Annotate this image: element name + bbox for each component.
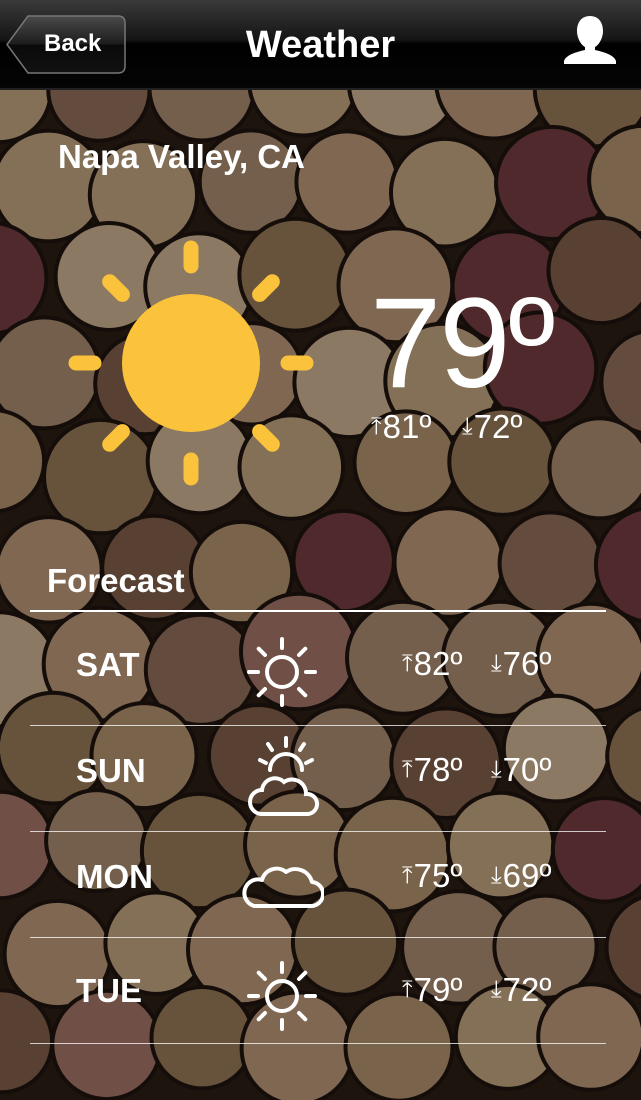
current-high: ⤒81º bbox=[371, 408, 431, 446]
forecast-divider bbox=[30, 610, 606, 612]
forecast-low: ⤓72º bbox=[491, 971, 551, 1009]
location-label: Napa Valley, CA bbox=[58, 138, 306, 175]
forecast-high: ⤒82º bbox=[402, 645, 462, 683]
user-silhouette-icon[interactable] bbox=[562, 14, 618, 66]
page-title: Weather bbox=[245, 24, 396, 66]
high-arrow-icon: ⤒ bbox=[371, 413, 382, 440]
high-arrow-icon: ⤒ bbox=[402, 650, 413, 677]
forecast-low: ⤓76º bbox=[491, 645, 551, 683]
forecast-row-sat[interactable]: SAT ⤒82º ⤓76º bbox=[0, 620, 641, 726]
current-high-value: 81º bbox=[382, 408, 432, 445]
forecast-low-value: 70º bbox=[502, 751, 552, 788]
forecast-low: ⤓70º bbox=[491, 751, 551, 789]
forecast-high: ⤒78º bbox=[402, 751, 462, 789]
sun-icon bbox=[60, 232, 322, 499]
forecast-low-value: 76º bbox=[502, 645, 552, 682]
sun-icon bbox=[240, 954, 324, 1043]
sun-icon bbox=[240, 630, 324, 719]
forecast-row-mon[interactable]: MON ⤒75º ⤓69º bbox=[0, 832, 641, 938]
forecast-high-value: 75º bbox=[413, 857, 463, 894]
forecast-heading: Forecast bbox=[47, 562, 185, 599]
forecast-high-value: 78º bbox=[413, 751, 463, 788]
forecast-low: ⤓69º bbox=[491, 857, 551, 895]
low-arrow-icon: ⤓ bbox=[491, 862, 502, 889]
current-low: ⤓72º bbox=[462, 408, 522, 446]
forecast-day: SAT bbox=[76, 646, 140, 683]
low-arrow-icon: ⤓ bbox=[462, 413, 473, 440]
low-arrow-icon: ⤓ bbox=[491, 756, 502, 783]
forecast-row-sun[interactable]: SUN ⤒78º ⤓70º bbox=[0, 726, 641, 832]
forecast-day: MON bbox=[76, 858, 153, 895]
high-arrow-icon: ⤒ bbox=[402, 756, 413, 783]
forecast-day: SUN bbox=[76, 752, 146, 789]
high-arrow-icon: ⤒ bbox=[402, 976, 413, 1003]
current-low-value: 72º bbox=[473, 408, 523, 445]
forecast-low-value: 69º bbox=[502, 857, 552, 894]
cloud-icon bbox=[240, 842, 325, 931]
current-temperature: 79º bbox=[370, 272, 555, 415]
partly-cloudy-icon bbox=[240, 736, 324, 825]
forecast-row-tue[interactable]: TUE ⤒79º ⤓72º bbox=[0, 938, 641, 1044]
navigation-bar: Back Weather bbox=[0, 0, 641, 90]
forecast-high: ⤒79º bbox=[402, 971, 462, 1009]
forecast-high-value: 79º bbox=[413, 971, 463, 1008]
forecast-day: TUE bbox=[76, 972, 142, 1009]
forecast-low-value: 72º bbox=[502, 971, 552, 1008]
high-arrow-icon: ⤒ bbox=[402, 862, 413, 889]
forecast-high-value: 82º bbox=[413, 645, 463, 682]
row-divider bbox=[30, 1043, 606, 1044]
forecast-high: ⤒75º bbox=[402, 857, 462, 895]
low-arrow-icon: ⤓ bbox=[491, 650, 502, 677]
low-arrow-icon: ⤓ bbox=[491, 976, 502, 1003]
